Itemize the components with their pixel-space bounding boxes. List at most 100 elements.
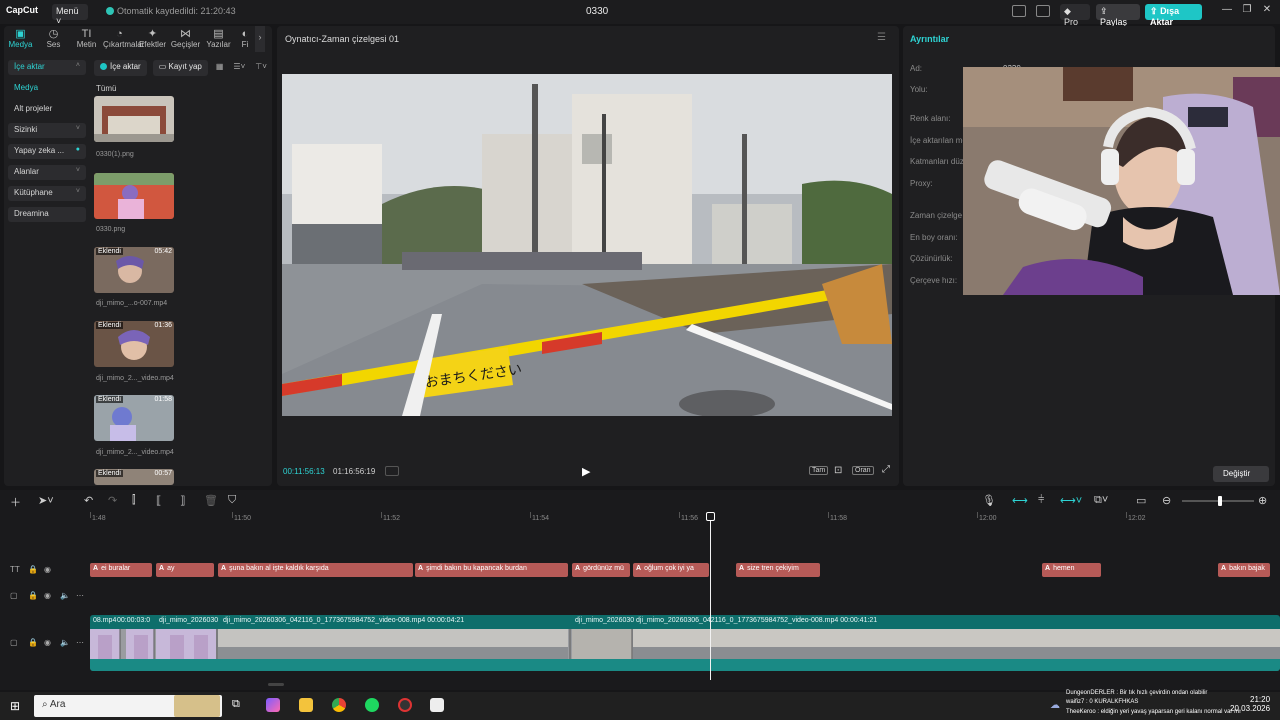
export-button[interactable]: ⇪ Dışa Aktar (1145, 4, 1202, 27)
caption-clip[interactable]: Agördünüz mü (572, 563, 630, 577)
caption-clip[interactable]: Ahemen (1042, 563, 1101, 577)
media-thumbnail[interactable]: Eklendi 05:42 (94, 247, 174, 293)
caption-clip[interactable]: Asize tren çekiyim (736, 563, 820, 577)
category-dreamina[interactable]: Dreamina (8, 207, 86, 222)
tab-text[interactable]: TI Metin (70, 26, 103, 52)
preview-axis-icon[interactable]: ⧉˅ (1094, 494, 1108, 507)
media-thumbnail[interactable]: Eklendi 01:36 (94, 321, 174, 367)
zoom-in-icon[interactable]: ⊕ (1258, 494, 1267, 507)
chevron-right-icon[interactable]: › (255, 26, 265, 52)
delete-icon[interactable]: 🗑 (204, 494, 218, 507)
media-thumbnail[interactable] (94, 173, 174, 219)
full-quality-button[interactable]: Tam (809, 466, 829, 475)
tab-transitions[interactable]: ⋈ Geçişler (169, 26, 202, 52)
category-spaces[interactable]: Alanlar ˅ (8, 165, 86, 180)
share-button[interactable]: ⇪ Paylaş (1096, 4, 1140, 27)
auto-snap-icon[interactable]: ⫩ (1038, 494, 1044, 507)
change-button[interactable]: Değiştir (1213, 466, 1269, 482)
caption-clip[interactable]: Aei buralar (90, 563, 152, 577)
task-view-icon[interactable]: ⧉ (232, 698, 240, 711)
close-icon[interactable]: ✕ (1260, 4, 1274, 15)
microphone-icon[interactable]: 🎙 (982, 494, 996, 507)
split-right-icon[interactable]: ⟧ (180, 494, 185, 507)
eye-icon[interactable]: ◉ (44, 638, 51, 647)
caption-clip[interactable]: Aşuna bakın al işte kaldık karşıda (218, 563, 413, 577)
grid-view-icon[interactable]: ▦ (214, 60, 226, 76)
video-track[interactable]: 08.mp4 00:00:03:0 dji_mimo_2026030 dji_m… (90, 615, 1280, 671)
ruler-tick-label: 11:54 (532, 515, 549, 522)
category-subprojects[interactable]: Alt projeler (8, 102, 86, 117)
tab-audio[interactable]: ◷ Ses (37, 26, 70, 52)
details-label: Çözünürlük: (910, 254, 953, 263)
lock-icon[interactable]: 🔒 (28, 638, 38, 647)
ratio-button[interactable]: Oran (852, 466, 874, 475)
media-thumbnail[interactable] (94, 96, 174, 142)
main-track-magnet-icon[interactable]: ⟷ (1012, 494, 1028, 507)
play-icon[interactable]: ▶ (582, 465, 590, 478)
undo-icon[interactable]: ↶ (84, 494, 93, 507)
speaker-icon[interactable]: 🔈 (60, 591, 70, 600)
sort-icon[interactable]: ☰˅ (231, 60, 247, 76)
obs-icon[interactable] (398, 698, 412, 712)
fullscreen-icon[interactable]: ⤢ (882, 464, 890, 475)
eye-icon[interactable]: ◉ (44, 591, 51, 600)
file-explorer-icon[interactable] (299, 698, 313, 712)
chrome-icon[interactable] (332, 698, 346, 712)
eye-icon[interactable]: ◉ (44, 565, 51, 574)
zoom-out-icon[interactable]: ⊖ (1162, 494, 1171, 507)
tab-filters[interactable]: ◐ Fi (235, 26, 255, 52)
capcut-taskbar-icon[interactable] (430, 698, 444, 712)
category-ai[interactable]: Yapay zeka ... ● (8, 144, 86, 159)
minimize-icon[interactable]: — (1220, 4, 1234, 15)
playhead-line[interactable] (710, 512, 711, 680)
linkage-icon[interactable]: ⟷˅ (1060, 494, 1082, 507)
caption-clip[interactable]: Abakın bajak (1218, 563, 1270, 577)
hamburger-menu-icon[interactable]: ☰ (877, 32, 886, 43)
tab-effects[interactable]: ✦ Efektler (136, 26, 169, 52)
category-import[interactable]: İçe aktar ˄ (8, 60, 86, 75)
caption-icon[interactable]: ▭ (1136, 494, 1146, 507)
tab-stickers[interactable]: ◔ Çıkartmalar (103, 26, 144, 52)
zoom-slider-handle[interactable] (1218, 496, 1222, 506)
tab-captions[interactable]: ▤ Yazılar (202, 26, 235, 52)
pro-button[interactable]: ◆ Pro (1060, 4, 1090, 27)
timeline-ruler[interactable]: 1:48 11:50 11:52 11:54 11:56 11:58 12:00… (90, 512, 1280, 526)
caption-clip[interactable]: Aay (156, 563, 214, 577)
filter-icon[interactable]: ⊤˅ (253, 60, 269, 76)
menu-button[interactable]: Menü ˅ (52, 4, 88, 26)
layout-icon[interactable] (1012, 5, 1026, 17)
select-tool-icon[interactable]: ➤˅ (38, 494, 54, 507)
category-media[interactable]: Medya (8, 81, 86, 96)
crop-icon[interactable]: ⊡ (834, 465, 842, 476)
category-yours[interactable]: Sizinki ˅ (8, 123, 86, 138)
timecode-icon[interactable] (385, 466, 399, 476)
lock-icon[interactable]: 🔒 (28, 565, 38, 574)
maximize-icon[interactable]: ❐ (1240, 4, 1254, 15)
playhead-handle[interactable] (706, 512, 715, 521)
record-button[interactable]: ▭ Kayıt yap (152, 60, 208, 76)
split-icon[interactable]: ⫿ (132, 494, 136, 507)
tab-media[interactable]: ▣ Medya (4, 26, 37, 52)
more-icon[interactable]: ⋯ (76, 638, 84, 647)
tab-label: Fi (241, 40, 249, 49)
shortcuts-icon[interactable] (1036, 5, 1050, 17)
horizontal-scrollbar[interactable] (268, 683, 284, 686)
copilot-icon[interactable] (266, 698, 280, 712)
more-icon[interactable]: ⋯ (76, 591, 84, 600)
caption-clip[interactable]: Aoğlum çok iyi ya (633, 563, 709, 577)
spotify-icon[interactable] (365, 698, 379, 712)
speaker-icon[interactable]: 🔈 (60, 638, 70, 647)
media-thumbnail[interactable]: Eklendi 00:57 (94, 469, 174, 485)
shield-icon[interactable]: ⛉ (228, 494, 236, 507)
import-button[interactable]: İçe aktar (94, 60, 147, 76)
lock-icon[interactable]: 🔒 (28, 591, 38, 600)
taskbar-clock[interactable]: 21:20 20.03.2026 (1230, 695, 1270, 713)
redo-icon[interactable]: ↷ (108, 494, 117, 507)
caption-clip[interactable]: Aşimdi bakın bu kapancak burdan (415, 563, 568, 577)
add-icon[interactable]: ＋ (10, 494, 21, 510)
media-thumbnail[interactable]: Eklendi 01:58 (94, 395, 174, 441)
category-library[interactable]: Kütüphane ˅ (8, 186, 86, 201)
video-preview[interactable]: おまちください (282, 74, 892, 416)
windows-start-icon[interactable]: ⊞ (10, 699, 20, 713)
split-left-icon[interactable]: ⟦ (156, 494, 161, 507)
